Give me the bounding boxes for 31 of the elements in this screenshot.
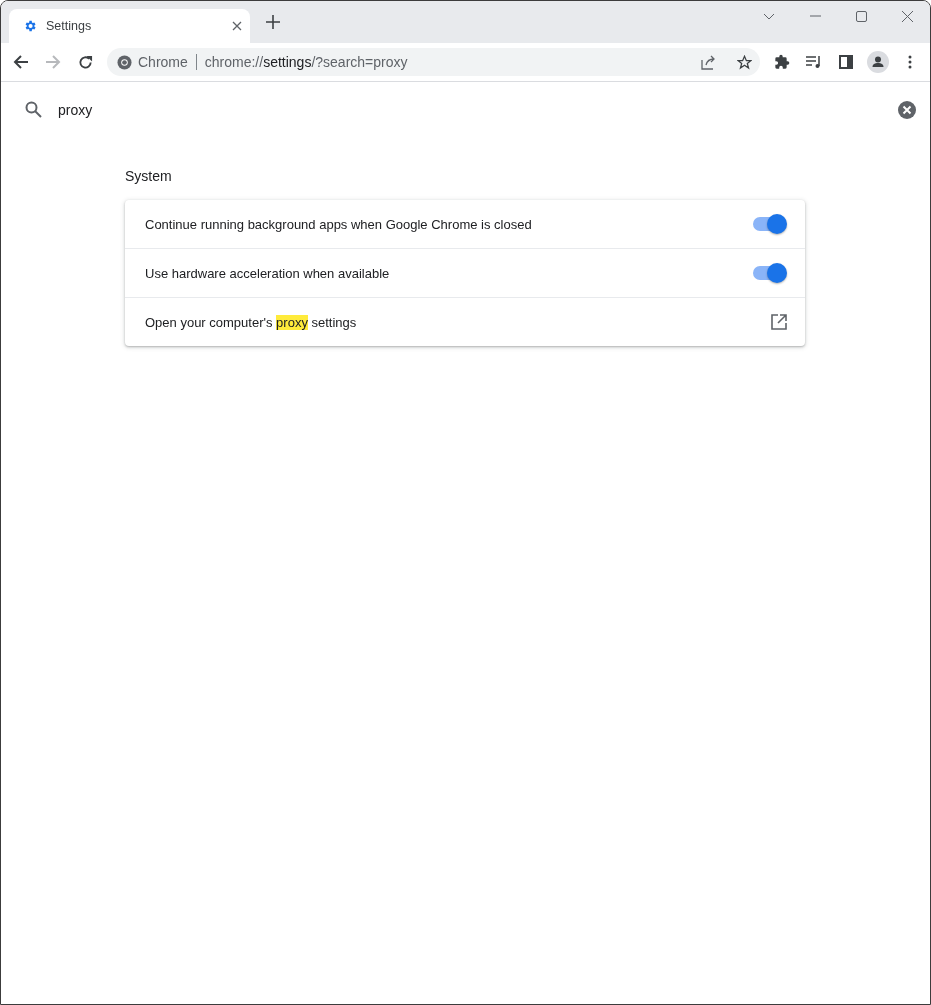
url-text: chrome://settings/?search=proxy (203, 54, 409, 70)
side-panel-icon[interactable] (839, 55, 853, 69)
clear-search-icon[interactable] (898, 100, 916, 119)
setting-label: Continue running background apps when Google Chrome is closed (145, 216, 533, 232)
close-icon[interactable] (901, 10, 913, 22)
puzzle-icon[interactable] (774, 54, 790, 70)
setting-label: Use hardware acceleration when available (145, 265, 391, 281)
share-icon[interactable] (701, 54, 717, 70)
tab-title: Settings (46, 19, 93, 33)
section-title: System (125, 168, 172, 184)
search-icon (25, 101, 42, 118)
address-bar[interactable]: Chrome chrome://settings/?search=proxy (107, 48, 760, 76)
chrome-logo-icon (117, 54, 132, 70)
new-tab-icon[interactable] (266, 15, 280, 29)
gear-icon (23, 19, 37, 33)
external-link-icon[interactable] (771, 314, 787, 330)
browser-tab[interactable]: Settings (9, 9, 250, 43)
site-label: Chrome (138, 54, 197, 70)
toggle-switch[interactable] (753, 217, 785, 231)
search-field[interactable]: proxy (58, 101, 882, 118)
profile-avatar-icon[interactable] (867, 51, 889, 73)
close-icon[interactable] (232, 21, 242, 31)
star-icon[interactable] (737, 54, 752, 70)
maximize-icon[interactable] (855, 10, 867, 22)
chevron-down-icon[interactable] (763, 12, 775, 20)
media-queue-icon[interactable] (806, 55, 822, 69)
more-menu-icon[interactable] (908, 55, 912, 69)
toggle-switch[interactable] (753, 266, 785, 280)
back-icon[interactable] (13, 54, 29, 70)
reload-icon[interactable] (77, 54, 93, 70)
setting-label: Open your computer's proxy settings (145, 314, 358, 330)
